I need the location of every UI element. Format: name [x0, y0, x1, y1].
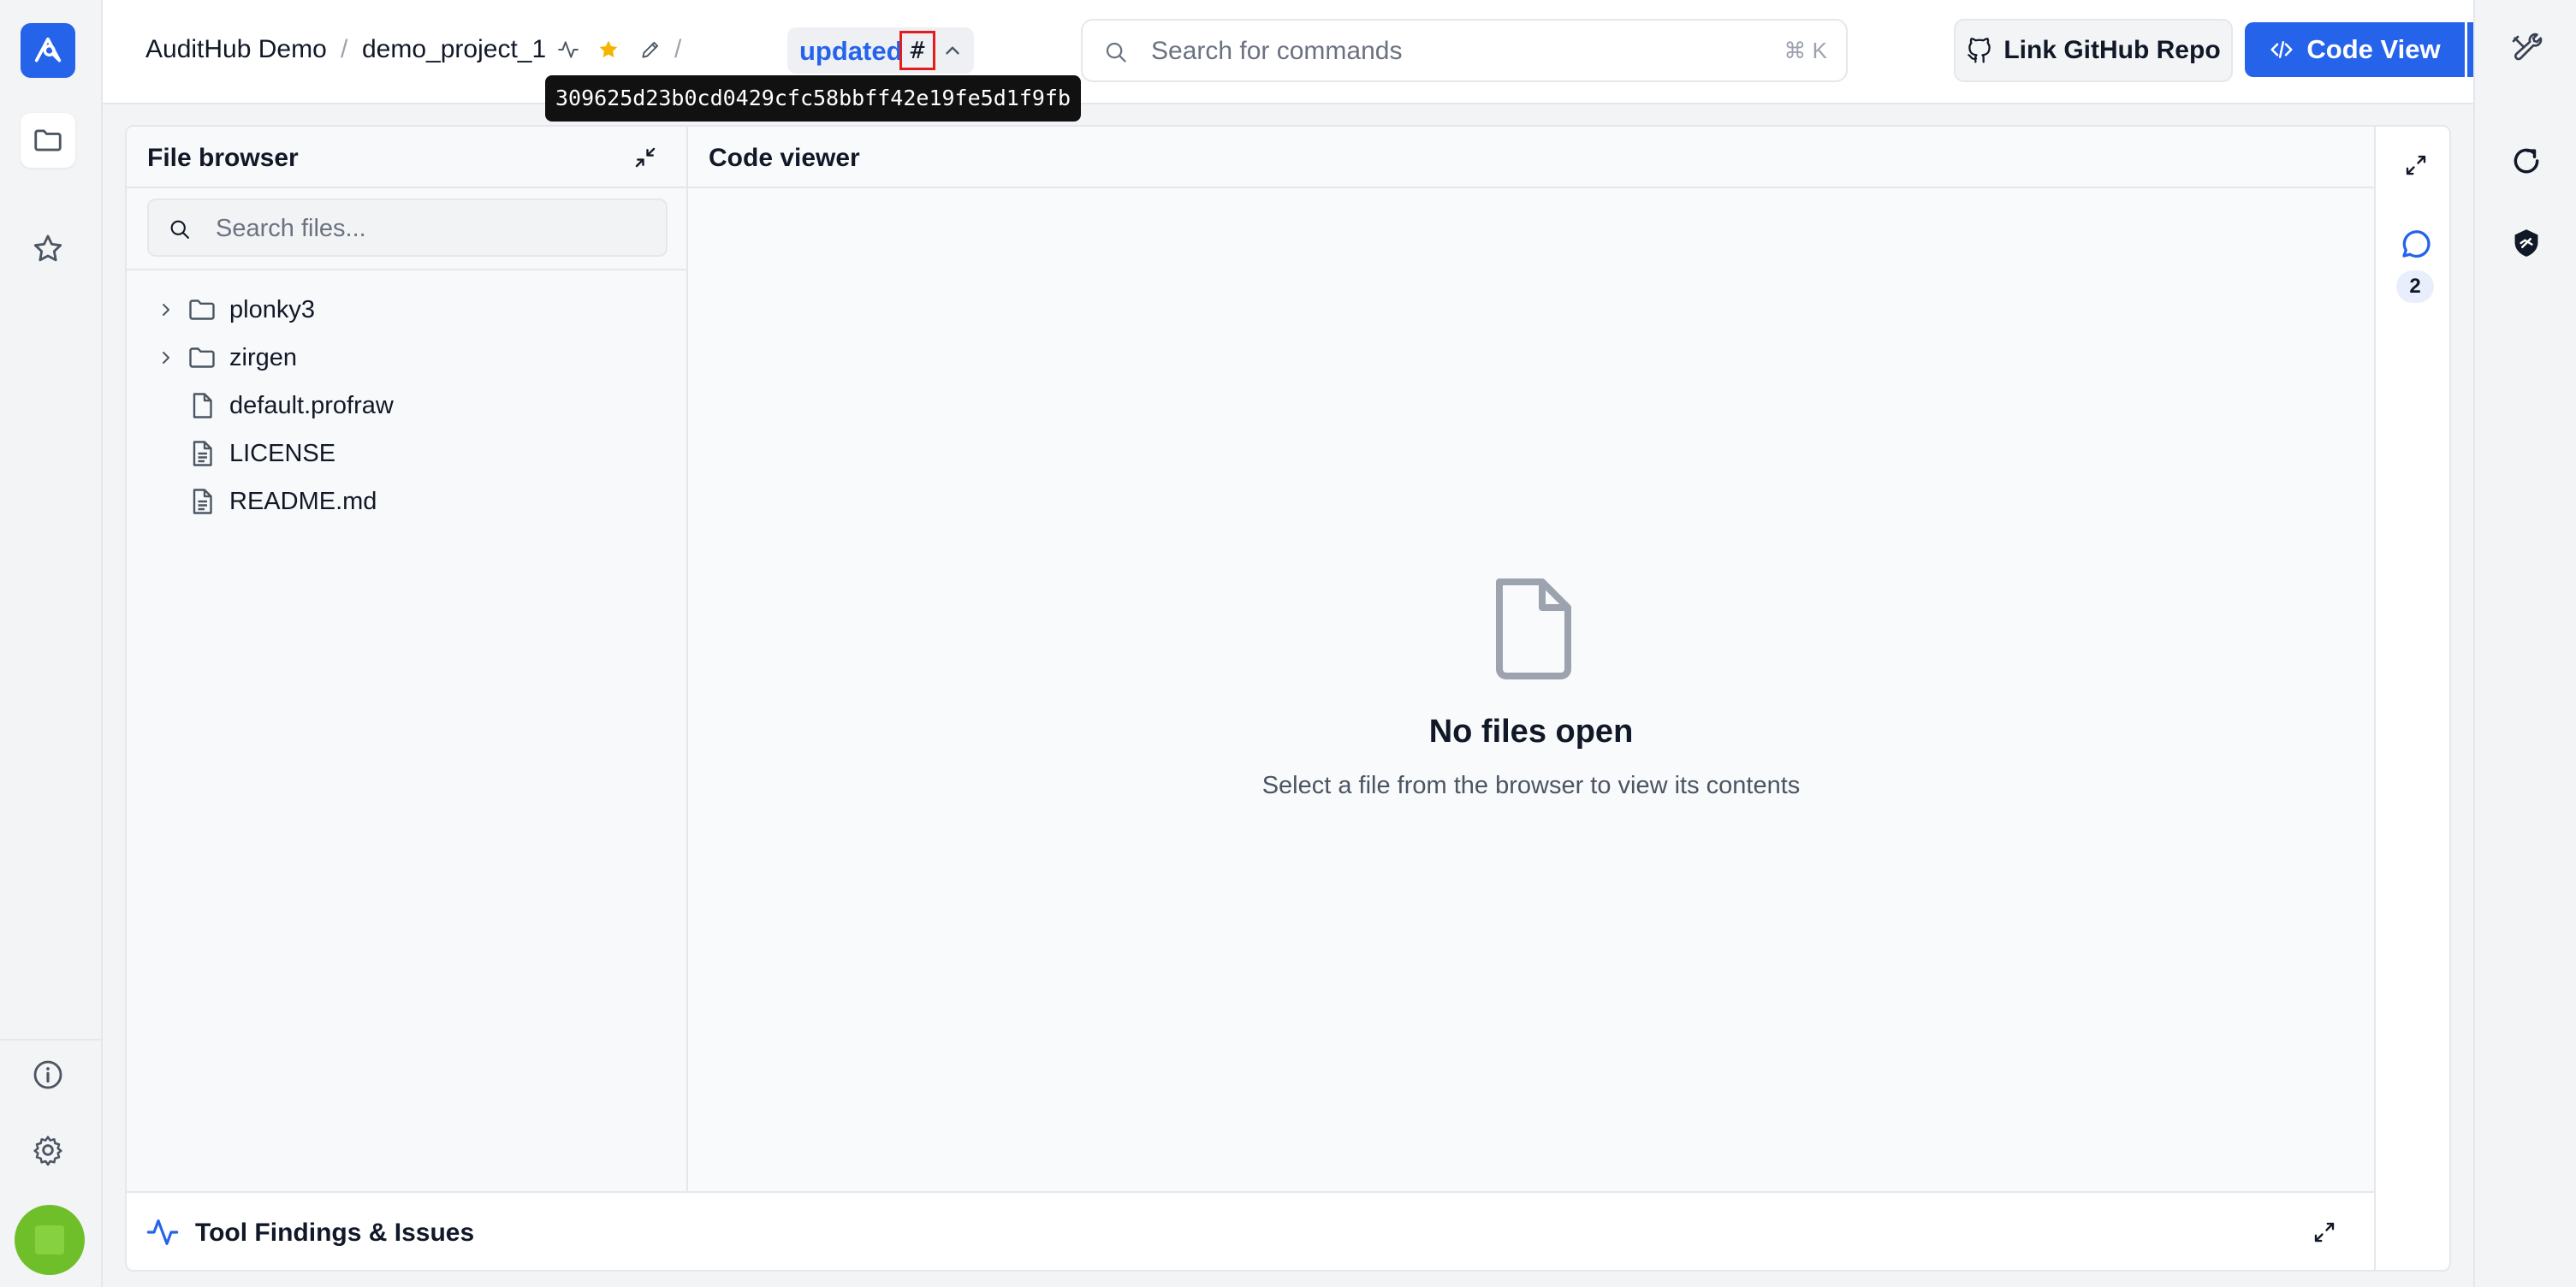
link-github-button[interactable]: Link GitHub Repo	[1954, 19, 2233, 82]
security-tool-button[interactable]	[2508, 224, 2545, 262]
refresh-tool-button[interactable]	[2508, 142, 2545, 180]
commit-hash-tooltip: 309625d23b0cd0429cfc58bbff42e19fe5d1f9fb	[545, 75, 1081, 122]
github-icon	[1968, 38, 1991, 63]
search-icon	[170, 220, 189, 239]
minimize-icon	[635, 147, 656, 168]
code-viewer: Code viewer No files open Select a file …	[688, 127, 2374, 1191]
top-header: AuditHub Demo / demo_project_1 / updated…	[103, 0, 2536, 104]
tools-icon	[2512, 33, 2543, 61]
gear-icon	[33, 1136, 62, 1166]
activity-icon	[146, 1219, 179, 1245]
breadcrumb-project[interactable]: demo_project_1	[362, 33, 546, 67]
star-filled-icon	[599, 40, 618, 57]
tools-button[interactable]	[2508, 31, 2545, 68]
breadcrumb-separator-2: /	[674, 35, 682, 63]
tree-item-label: README.md	[229, 488, 377, 515]
maximize-icon	[2406, 155, 2426, 175]
file-browser-header: File browser	[127, 127, 688, 188]
logo-icon	[34, 37, 62, 62]
avatar-pattern	[35, 1225, 64, 1254]
tree-item-plonky3[interactable]: plonky3	[127, 286, 688, 334]
empty-state-subtitle: Select a file from the browser to view i…	[1261, 772, 1801, 799]
tree-item-label: default.profraw	[229, 392, 394, 419]
tree-item-label: LICENSE	[229, 440, 336, 467]
workspace-panel: File browser plonky3	[125, 125, 2451, 1272]
side-tools: 2	[2374, 127, 2449, 1270]
tree-item-zirgen[interactable]: zirgen	[127, 334, 688, 382]
chevron-up-icon[interactable]	[941, 39, 964, 62]
file-icon	[193, 393, 212, 418]
folder-icon	[189, 347, 215, 368]
command-search[interactable]: ⌘ K	[1081, 19, 1848, 82]
star-icon	[33, 234, 62, 262]
commit-hash-button[interactable]: #	[899, 31, 935, 70]
comment-count-badge: 2	[2396, 270, 2434, 303]
expand-viewer-button[interactable]	[2398, 147, 2434, 183]
rail-divider	[0, 1039, 103, 1041]
file-browser-title: File browser	[147, 144, 299, 172]
breadcrumb-org[interactable]: AuditHub Demo	[145, 33, 327, 67]
favorites-nav-button[interactable]	[21, 222, 75, 276]
activity-icon	[558, 41, 579, 58]
breadcrumb-separator: /	[341, 35, 348, 63]
folder-icon	[189, 300, 215, 320]
code-icon	[2270, 41, 2293, 58]
file-text-icon	[193, 489, 212, 514]
file-search[interactable]	[147, 199, 668, 257]
empty-state-title: No files open	[1428, 714, 1634, 750]
pencil-icon	[642, 41, 659, 58]
info-icon	[33, 1060, 62, 1089]
file-search-input[interactable]	[216, 212, 644, 245]
chevron-right-icon[interactable]	[156, 347, 176, 368]
info-button[interactable]	[21, 1047, 75, 1102]
branch-selector[interactable]: updated #	[787, 27, 974, 74]
settings-button[interactable]	[21, 1123, 75, 1177]
code-viewer-title: Code viewer	[709, 144, 860, 172]
shortcut-hint: ⌘ K	[1784, 38, 1827, 63]
tree-item-readme[interactable]: README.md	[127, 477, 688, 525]
file-text-icon	[193, 441, 212, 466]
tree-item-default-profraw[interactable]: default.profraw	[127, 382, 688, 430]
activity-button[interactable]	[553, 34, 584, 65]
file-browser-divider	[127, 269, 688, 270]
code-viewer-header: Code viewer	[688, 127, 2374, 188]
comment-icon	[2402, 230, 2431, 258]
files-nav-button[interactable]	[21, 113, 75, 168]
code-view-label: Code View	[2306, 34, 2441, 64]
tree-item-label: plonky3	[229, 296, 315, 323]
edit-button[interactable]	[635, 34, 666, 65]
refresh-icon	[2514, 148, 2539, 174]
collapse-file-browser-button[interactable]	[630, 142, 661, 173]
chevron-right-icon[interactable]	[156, 300, 176, 320]
file-browser: File browser plonky3	[127, 127, 688, 1191]
findings-label: Tool Findings & Issues	[195, 1219, 475, 1247]
link-github-label: Link GitHub Repo	[2003, 36, 2221, 64]
tree-item-license[interactable]: LICENSE	[127, 430, 688, 477]
tree-item-label: zirgen	[229, 344, 297, 371]
user-avatar[interactable]	[15, 1205, 85, 1275]
comments-button[interactable]	[2398, 226, 2434, 262]
code-view-button[interactable]: Code View	[2245, 22, 2465, 77]
folder-icon	[34, 129, 62, 151]
command-search-input[interactable]	[1151, 34, 1733, 68]
left-rail	[0, 0, 103, 1287]
shield-icon	[2514, 229, 2538, 257]
expand-findings-button[interactable]	[2309, 1217, 2340, 1248]
branch-name[interactable]: updated	[799, 34, 903, 68]
maximize-icon	[2314, 1222, 2335, 1243]
empty-file-icon	[1496, 578, 1571, 679]
favorite-toggle[interactable]	[593, 34, 624, 65]
right-rail	[2473, 0, 2576, 1287]
app-logo[interactable]	[21, 23, 75, 78]
search-icon	[1106, 42, 1126, 62]
findings-bar[interactable]: Tool Findings & Issues	[127, 1191, 2374, 1270]
